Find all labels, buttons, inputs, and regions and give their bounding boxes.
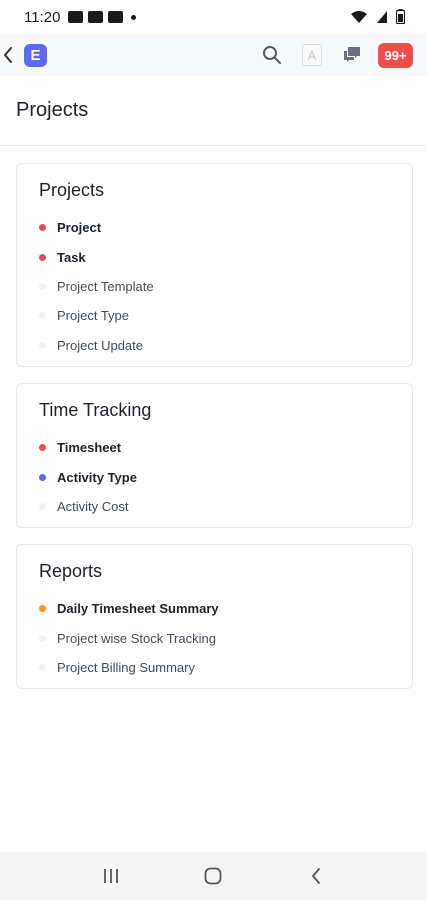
system-navigation-bar	[0, 852, 427, 900]
link-project-wise-stock-tracking[interactable]: Project wise Stock Tracking	[39, 624, 390, 653]
link-label: Project Billing Summary	[57, 660, 195, 676]
status-dot-icon	[39, 664, 46, 672]
time-tracking-card: Time Tracking Timesheet Activity Type Ac…	[16, 382, 413, 529]
notifications-badge[interactable]: 99+	[378, 42, 413, 68]
link-label: Project Update	[57, 337, 143, 353]
system-back-button[interactable]	[286, 856, 346, 896]
status-dot-icon	[39, 282, 46, 290]
recent-apps-button[interactable]	[81, 856, 141, 896]
recent-apps-icon	[104, 869, 119, 883]
projects-card: Projects Project Task Project Template P…	[16, 163, 413, 367]
status-time: 11:20	[24, 8, 61, 26]
user-avatar-button[interactable]: A	[292, 40, 332, 70]
status-dot-icon	[39, 253, 46, 261]
card-title: Time Tracking	[39, 399, 152, 420]
link-project-update[interactable]: Project Update	[39, 331, 390, 360]
link-label: Project wise Stock Tracking	[57, 630, 216, 646]
link-label: Daily Timesheet Summary	[57, 601, 219, 617]
wifi-icon	[351, 10, 367, 23]
chat-button[interactable]	[332, 40, 372, 70]
link-label: Project	[57, 220, 102, 236]
link-project-billing-summary[interactable]: Project Billing Summary	[39, 653, 390, 682]
status-system-icons	[350, 9, 405, 24]
back-button[interactable]	[0, 44, 16, 66]
status-dot-icon	[39, 444, 46, 452]
status-dot-icon	[39, 634, 46, 642]
link-label: Project Type	[57, 308, 130, 324]
link-project[interactable]: Project	[39, 213, 390, 242]
link-timesheet[interactable]: Timesheet	[39, 433, 390, 462]
search-button[interactable]	[252, 40, 292, 70]
link-project-type[interactable]: Project Type	[39, 301, 390, 330]
search-icon	[263, 46, 281, 64]
link-label: Project Template	[57, 278, 154, 294]
chevron-left-icon	[4, 47, 12, 63]
status-dot-icon	[39, 502, 46, 510]
avatar: A	[302, 44, 322, 66]
signal-icon	[377, 10, 387, 23]
home-icon	[205, 867, 222, 885]
chat-icon	[344, 47, 360, 62]
page-header: Projects	[0, 76, 427, 146]
workspace-content: Projects Project Task Project Template P…	[16, 163, 413, 705]
status-notification-icons	[68, 11, 137, 23]
link-label: Timesheet	[57, 440, 122, 456]
app-bar: E A 99+	[0, 34, 427, 76]
link-activity-cost[interactable]: Activity Cost	[39, 492, 390, 521]
reports-card: Reports Daily Timesheet Summary Project …	[16, 544, 413, 690]
link-label: Activity Type	[57, 469, 137, 485]
youtube-notification-icon	[108, 11, 124, 23]
home-button[interactable]	[183, 856, 243, 896]
link-project-template[interactable]: Project Template	[39, 272, 390, 301]
battery-icon	[396, 9, 405, 24]
link-label: Task	[57, 249, 86, 265]
card-title: Reports	[39, 561, 103, 582]
link-label: Activity Cost	[57, 498, 129, 514]
gallery-notification-icon	[68, 11, 84, 23]
status-dot-icon	[39, 341, 46, 349]
status-dot-icon	[39, 312, 46, 320]
more-notifications-icon	[131, 14, 137, 20]
app-logo[interactable]: E	[24, 43, 47, 67]
page-title: Projects	[16, 99, 89, 121]
status-dot-icon	[39, 224, 46, 232]
video-notification-icon	[88, 11, 104, 23]
status-dot-icon	[39, 605, 46, 613]
status-bar: 11:20	[0, 0, 427, 34]
link-activity-type[interactable]: Activity Type	[39, 462, 390, 491]
status-dot-icon	[39, 473, 46, 481]
back-icon	[311, 868, 320, 884]
link-daily-timesheet-summary[interactable]: Daily Timesheet Summary	[39, 594, 390, 623]
link-task[interactable]: Task	[39, 242, 390, 271]
card-title: Projects	[39, 180, 105, 200]
